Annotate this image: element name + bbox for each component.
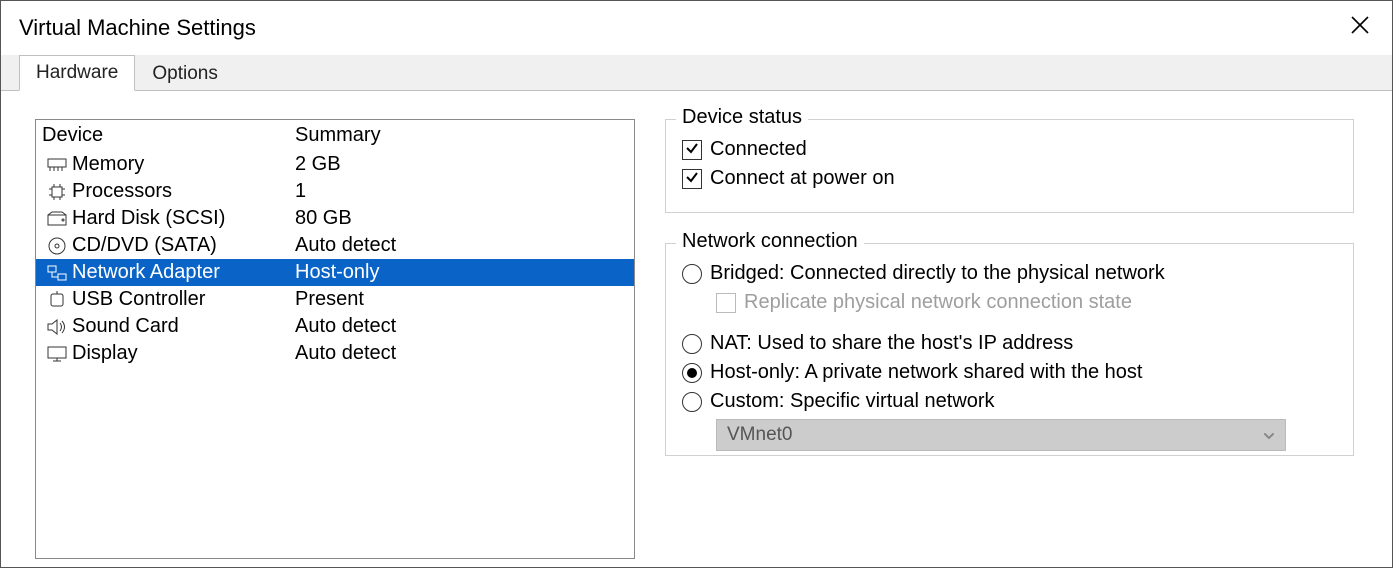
device-summary: Auto detect [295,342,628,365]
device-row-sound[interactable]: Sound Card Auto detect [36,313,634,340]
chevron-down-icon [1263,424,1275,446]
checkbox-connect-power-on[interactable]: Connect at power on [682,167,1337,190]
device-name: Hard Disk (SCSI) [72,207,295,230]
radio-bridged[interactable]: Bridged: Connected directly to the physi… [682,262,1337,285]
device-summary: Auto detect [295,315,628,338]
header-summary: Summary [295,124,628,147]
usb-icon [42,291,72,309]
radio-icon [682,392,702,412]
header-device: Device [42,124,295,147]
device-name: CD/DVD (SATA) [72,234,295,257]
close-icon [1350,15,1370,35]
group-network-connection: Network connection Bridged: Connected di… [665,243,1354,456]
device-name: Processors [72,180,295,203]
device-name: Memory [72,153,295,176]
device-row-processors[interactable]: Processors 1 [36,178,634,205]
checkbox-icon [682,169,702,189]
checkbox-replicate-state: Replicate physical network connection st… [716,291,1337,314]
device-row-network[interactable]: Network Adapter Host-only [36,259,634,286]
sound-icon [42,319,72,335]
radio-custom[interactable]: Custom: Specific virtual network [682,390,1337,413]
radio-label: Bridged: Connected directly to the physi… [710,262,1165,285]
network-icon [42,265,72,281]
detail-panel: Device status Connected Connect at power… [665,119,1374,567]
radio-label: NAT: Used to share the host's IP address [710,332,1073,355]
device-name: Display [72,342,295,365]
radio-label: Custom: Specific virtual network [710,390,995,413]
checkbox-label: Connect at power on [710,167,895,190]
vm-settings-window: Virtual Machine Settings Hardware Option… [0,0,1393,568]
device-summary: Present [295,288,628,311]
tab-options[interactable]: Options [135,56,234,91]
radio-icon [682,334,702,354]
checkbox-label: Connected [710,138,807,161]
radio-nat[interactable]: NAT: Used to share the host's IP address [682,332,1337,355]
custom-network-select: VMnet0 [716,419,1286,451]
radio-icon [682,363,702,383]
device-summary: Auto detect [295,234,628,257]
device-row-usb[interactable]: USB Controller Present [36,286,634,313]
radio-label: Host-only: A private network shared with… [710,361,1142,384]
tab-hardware[interactable]: Hardware [19,55,135,91]
checkbox-label: Replicate physical network connection st… [744,291,1132,314]
device-summary: 1 [295,180,628,203]
device-row-memory[interactable]: Memory 2 GB [36,151,634,178]
device-summary: Host-only [295,261,628,284]
device-row-harddisk[interactable]: Hard Disk (SCSI) 80 GB [36,205,634,232]
device-summary: 2 GB [295,153,628,176]
harddisk-icon [42,211,72,227]
device-name: Sound Card [72,315,295,338]
device-summary: 80 GB [295,207,628,230]
titlebar: Virtual Machine Settings [1,1,1392,55]
checkbox-icon [682,140,702,160]
cpu-icon [42,183,72,201]
close-button[interactable] [1346,11,1374,45]
device-row-display[interactable]: Display Auto detect [36,340,634,367]
content-area: Device Summary Memory 2 GB Processors 1 [1,91,1392,567]
select-value: VMnet0 [727,424,792,446]
tab-strip: Hardware Options [1,55,1392,91]
device-list: Device Summary Memory 2 GB Processors 1 [35,119,635,559]
device-list-header: Device Summary [36,120,634,151]
device-name: USB Controller [72,288,295,311]
checkbox-icon [716,293,736,313]
device-name: Network Adapter [72,261,295,284]
window-title: Virtual Machine Settings [19,15,256,41]
group-device-status: Device status Connected Connect at power… [665,119,1354,213]
memory-icon [42,158,72,172]
radio-host-only[interactable]: Host-only: A private network shared with… [682,361,1337,384]
group-title-network-connection: Network connection [676,230,864,253]
disc-icon [42,237,72,255]
checkbox-connected[interactable]: Connected [682,138,1337,161]
group-title-device-status: Device status [676,106,808,129]
display-icon [42,346,72,362]
device-row-cddvd[interactable]: CD/DVD (SATA) Auto detect [36,232,634,259]
radio-icon [682,264,702,284]
